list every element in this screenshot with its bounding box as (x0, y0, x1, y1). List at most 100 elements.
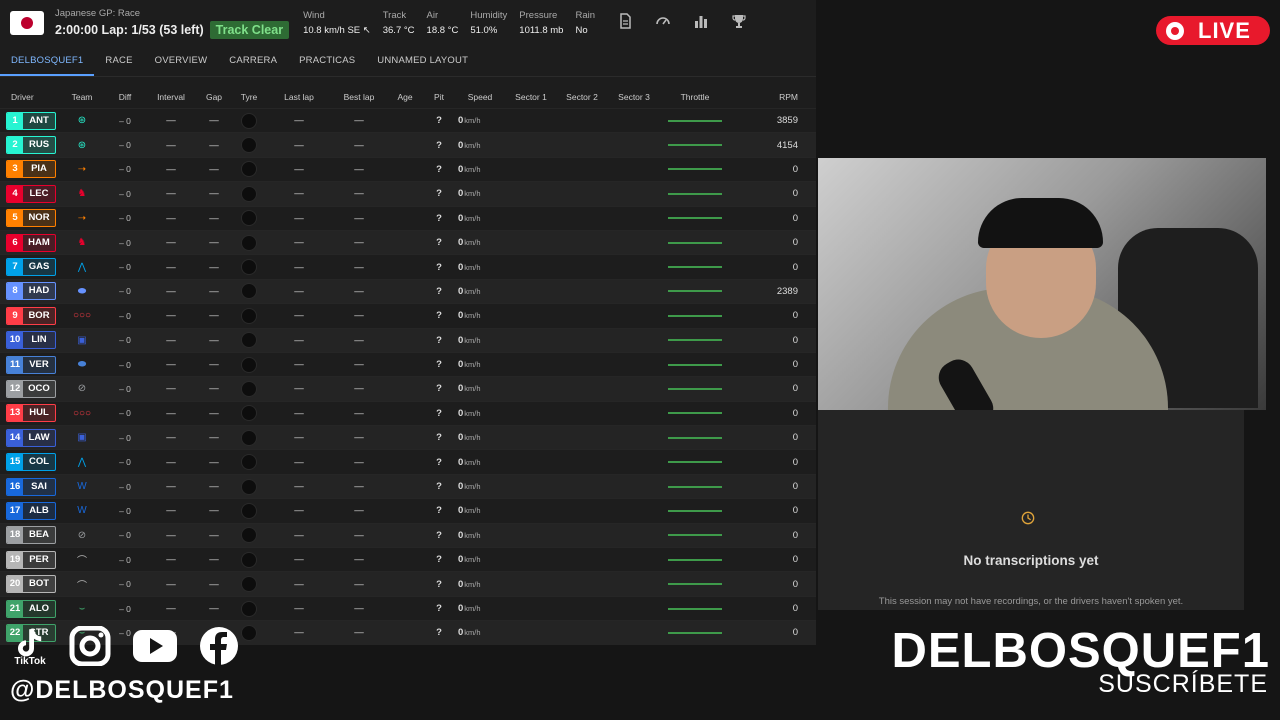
driver-tag[interactable]: 13 HUL (6, 404, 56, 423)
streamer-cap (978, 198, 1103, 248)
column-header-age[interactable]: Age (386, 92, 424, 102)
table-row[interactable]: 16 SAI W – 0— — — —? 0km/h 0 (0, 473, 816, 499)
table-row[interactable]: 6 HAM ♞ – 0— — — —? 0km/h 0 (0, 229, 816, 255)
driver-tag[interactable]: 4 LEC (6, 184, 56, 203)
column-header-pit[interactable]: Pit (424, 92, 454, 102)
interval-cell: — (166, 578, 176, 590)
column-header-best-lap[interactable]: Best lap (332, 92, 386, 102)
empty-state-title: No transcriptions yet (963, 553, 1099, 568)
tab-carrera[interactable]: CARRERA (218, 46, 288, 76)
table-row[interactable]: 7 GAS ⋀ – 0— — — —? 0km/h 0 (0, 254, 816, 278)
tab-overview[interactable]: OVERVIEW (144, 46, 219, 76)
column-header-sector-2[interactable]: Sector 2 (556, 92, 608, 102)
table-row[interactable]: 1 ANT ⊛ – 0 — — — —? 0km/h 3859 (0, 108, 816, 132)
driver-tag[interactable]: 21 ALO (6, 599, 56, 618)
driver-tag[interactable]: 5 NOR (6, 209, 56, 228)
table-row[interactable]: 15 COL ⋀ – 0— — — —? 0km/h 0 (0, 449, 816, 473)
speed-value: 0 (458, 603, 464, 614)
bar-chart-icon[interactable] (693, 13, 709, 34)
facebook-link[interactable] (196, 626, 242, 666)
tab-delbosquef1[interactable]: DELBOSQUEF1 (0, 46, 95, 76)
driver-tag[interactable]: 15 COL (6, 453, 56, 472)
driver-tag[interactable]: 11 VER (6, 355, 56, 374)
rpm-cell: 0 (792, 407, 798, 419)
speed-cell: 0km/h (454, 408, 506, 419)
table-row[interactable]: 17 ALB W – 0— — — —? 0km/h 0 (0, 498, 816, 522)
driver-tag[interactable]: 10 LIN (6, 331, 56, 350)
table-row[interactable]: 19 PER ⌒ – 0— — — —? 0km/h 0 (0, 547, 816, 571)
table-row[interactable]: 11 VER ⬬ – 0— — — —? 0km/h 0 (0, 351, 816, 376)
diff-cell: – 0 (119, 505, 131, 516)
interval-cell: — (166, 237, 176, 249)
column-header-last-lap[interactable]: Last lap (266, 92, 332, 102)
column-header-rpm[interactable]: RPM (730, 92, 800, 102)
team-logo-cell: ⋀ (60, 457, 104, 468)
throttle-cell (660, 241, 730, 244)
column-header-sector-1[interactable]: Sector 1 (506, 92, 556, 102)
driver-tag[interactable]: 20 BOT (6, 575, 56, 594)
driver-tag[interactable]: 7 GAS (6, 258, 56, 277)
driver-cell: 16 SAI (0, 477, 60, 496)
tab-race[interactable]: RACE (94, 46, 143, 76)
driver-tag[interactable]: 1 ANT (6, 111, 56, 130)
driver-tag[interactable]: 14 LAW (6, 428, 56, 447)
column-header-tyre[interactable]: Tyre (232, 92, 266, 102)
table-row[interactable]: 2 RUS ⊛ – 0 — — — —? 0km/h 4154 (0, 132, 816, 157)
column-header-gap[interactable]: Gap (196, 92, 232, 102)
table-row[interactable]: 5 NOR ➝ – 0— — — —? 0km/h 0 (0, 205, 816, 230)
table-row[interactable]: 12 OCO ⊘ – 0— — — —? 0km/h 0 (0, 376, 816, 401)
trophy-icon[interactable] (731, 13, 747, 34)
table-row[interactable]: 18 BEA ⊘ – 0— — — —? 0km/h 0 (0, 522, 816, 548)
column-header-driver[interactable]: Driver (0, 92, 60, 102)
driver-tag[interactable]: 18 BEA (6, 526, 56, 545)
best-lap-cell: — (354, 383, 364, 395)
throttle-bar (668, 412, 722, 415)
column-header-diff[interactable]: Diff (104, 92, 146, 102)
speed-value: 0 (458, 505, 464, 517)
table-row[interactable]: 9 BOR ○○○ – 0— — — —? 0km/h 0 (0, 303, 816, 327)
table-row[interactable]: 3 PIA ➝ – 0— — — —? 0km/h 0 (0, 156, 816, 181)
position-number: 9 (7, 307, 23, 324)
throttle-bar (668, 241, 722, 244)
driver-tag[interactable]: 2 RUS (6, 136, 56, 155)
youtube-link[interactable] (132, 626, 178, 666)
weather-air: Air 18.8 °C (427, 10, 459, 36)
table-row[interactable]: 4 LEC ♞ – 0— — — —? 0km/h 0 (0, 181, 816, 206)
instagram-link[interactable] (68, 626, 114, 666)
driver-tag[interactable]: 9 BOR (6, 306, 56, 325)
throttle-bar (668, 485, 722, 488)
driver-tag[interactable]: 19 PER (6, 550, 56, 569)
driver-tag[interactable]: 17 ALB (6, 501, 56, 520)
rpm-cell: 0 (792, 334, 798, 346)
pit-cell: ? (436, 359, 442, 371)
weather-value: No (575, 25, 588, 36)
table-row[interactable]: 13 HUL ○○○ – 0— — — —? 0km/h 0 (0, 400, 816, 425)
column-header-speed[interactable]: Speed (454, 92, 506, 102)
tab-unnamed-layout[interactable]: UNNAMED LAYOUT (366, 46, 479, 76)
last-lap-cell: — (294, 163, 304, 175)
tyre-icon (241, 600, 257, 617)
driver-tag[interactable]: 16 SAI (6, 477, 56, 496)
tab-practicas[interactable]: PRACTICAS (288, 46, 366, 76)
tiktok-link[interactable]: TikTok (10, 626, 50, 667)
driver-tag[interactable]: 12 OCO (6, 379, 56, 398)
throttle-bar (668, 387, 722, 390)
column-header-sector-3[interactable]: Sector 3 (608, 92, 660, 102)
driver-tag[interactable]: 8 HAD (6, 282, 56, 301)
gap-cell: — (209, 334, 219, 346)
column-header-interval[interactable]: Interval (146, 92, 196, 102)
column-header-throttle[interactable]: Throttle (660, 92, 730, 102)
table-row[interactable]: 10 LIN ▣ – 0— — — —? 0km/h 0 (0, 327, 816, 352)
column-header-team[interactable]: Team (60, 92, 104, 102)
driver-tag[interactable]: 3 PIA (6, 160, 56, 179)
team-logo-cell: ⊘ (60, 530, 104, 541)
gauge-icon[interactable] (655, 13, 671, 34)
last-lap-cell: — (294, 334, 304, 346)
table-row[interactable]: 14 LAW ▣ – 0— — — —? 0km/h 0 (0, 425, 816, 450)
driver-tag[interactable]: 6 HAM (6, 233, 56, 252)
document-icon[interactable] (617, 12, 633, 34)
table-row[interactable]: 21 ALO ⌣ – 0— — — —? 0km/h 0 (0, 595, 816, 620)
table-row[interactable]: 8 HAD ⬬ – 0 — — — —? 0km/h 2389 (0, 278, 816, 304)
column-header-thr[interactable]: Thr (800, 92, 820, 102)
table-row[interactable]: 20 BOT ⌒ – 0— — — —? 0km/h 0 (0, 571, 816, 596)
